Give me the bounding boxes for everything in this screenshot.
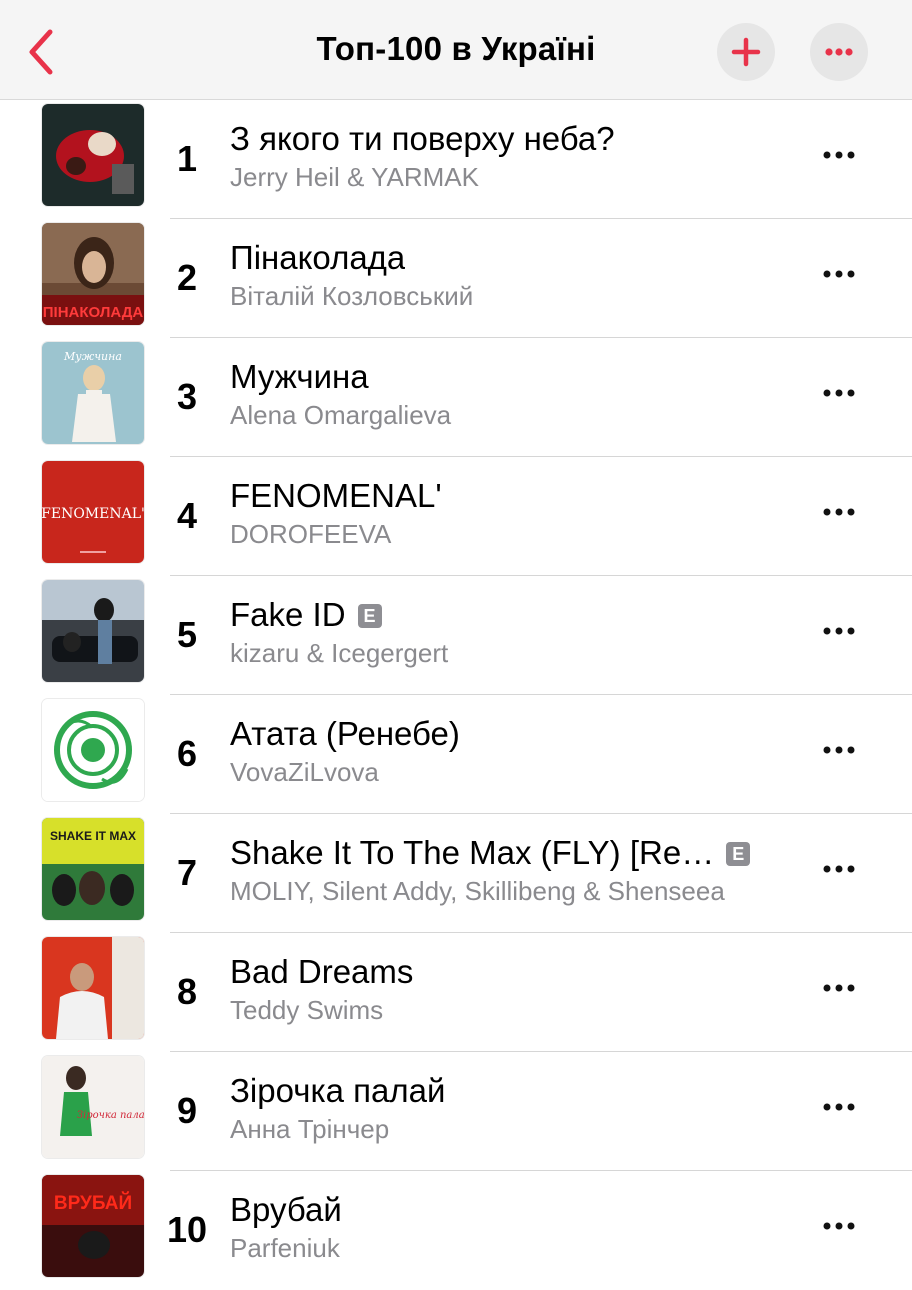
album-art: Мужчина bbox=[42, 342, 144, 444]
song-row[interactable]: ВРУБАЙ 10 Врубай Parfeniuk bbox=[0, 1171, 912, 1290]
artist-name[interactable]: Jerry Heil & YARMAK bbox=[230, 162, 479, 193]
ellipsis-icon bbox=[823, 1103, 855, 1111]
album-art bbox=[42, 104, 144, 206]
row-more-button[interactable] bbox=[816, 1211, 862, 1241]
song-title: Fake ID E bbox=[230, 596, 382, 634]
album-art-text: Зірочка палай! bbox=[77, 1110, 144, 1121]
song-title: Мужчина bbox=[230, 358, 369, 395]
row-more-button[interactable] bbox=[816, 616, 862, 646]
ellipsis-icon bbox=[823, 151, 855, 159]
chart-rank: 4 bbox=[176, 495, 198, 536]
album-art: Зірочка палай! bbox=[42, 1056, 144, 1158]
song-row[interactable]: Мужчина 3 Мужчина Alena Omargalieva bbox=[0, 338, 912, 457]
row-more-button[interactable] bbox=[816, 378, 862, 408]
chart-rank: 7 bbox=[176, 852, 198, 893]
plus-icon bbox=[731, 37, 761, 67]
song-title-text: Shake It To The Max (FLY) [Re… bbox=[230, 834, 715, 871]
row-more-button[interactable] bbox=[816, 854, 862, 884]
song-title: Пінаколада bbox=[230, 239, 406, 276]
ellipsis-icon bbox=[823, 865, 855, 873]
chart-rank: 2 bbox=[176, 257, 198, 298]
album-art-text: FENOMENAL' bbox=[42, 506, 144, 522]
song-row[interactable]: 5 Fake ID E kizaru & Icegergert bbox=[0, 576, 912, 695]
album-art bbox=[42, 699, 144, 801]
song-row[interactable]: SHAKE IT MAX 7 Shake It To The Max (FLY)… bbox=[0, 814, 912, 933]
nav-header: Топ-100 в Україні bbox=[0, 0, 912, 100]
song-row[interactable]: 8 Bad Dreams Teddy Swims bbox=[0, 933, 912, 1052]
song-row[interactable]: ПІНАКОЛАДА 2 Пінаколада Віталій Козловсь… bbox=[0, 219, 912, 338]
page-title: Топ-100 в Україні bbox=[316, 30, 596, 67]
ellipsis-icon bbox=[825, 48, 853, 56]
song-list: 1 З якого ти поверху неба? Jerry Heil & … bbox=[0, 100, 912, 1290]
album-art: SHAKE IT MAX bbox=[42, 818, 144, 920]
song-title: Атата (Ренебе) bbox=[230, 715, 460, 752]
album-art-text: ПІНАКОЛАДА bbox=[43, 304, 144, 321]
album-art: FENOMENAL' bbox=[42, 461, 144, 563]
song-title: Врубай bbox=[230, 1191, 342, 1228]
row-more-button[interactable] bbox=[816, 1092, 862, 1122]
ellipsis-icon bbox=[823, 627, 855, 635]
row-more-button[interactable] bbox=[816, 140, 862, 170]
artist-name[interactable]: kizaru & Icegergert bbox=[230, 638, 448, 669]
album-art bbox=[42, 937, 144, 1039]
row-more-button[interactable] bbox=[816, 497, 862, 527]
artist-name[interactable]: Віталій Козловський bbox=[230, 281, 473, 312]
artist-name[interactable]: VovaZiLvova bbox=[230, 757, 379, 788]
song-title-text: Fake ID bbox=[230, 596, 346, 633]
artist-name[interactable]: Teddy Swims bbox=[230, 995, 383, 1026]
song-title: З якого ти поверху неба? bbox=[230, 120, 615, 157]
song-title: Shake It To The Max (FLY) [Re… E bbox=[230, 834, 750, 872]
song-row[interactable]: Зірочка палай! 9 Зірочка палай Анна Трін… bbox=[0, 1052, 912, 1171]
album-art: ПІНАКОЛАДА bbox=[42, 223, 144, 325]
ellipsis-icon bbox=[823, 984, 855, 992]
chart-rank: 1 bbox=[176, 138, 198, 179]
ellipsis-icon bbox=[823, 1222, 855, 1230]
explicit-badge: E bbox=[726, 842, 750, 866]
artist-name[interactable]: Анна Трінчер bbox=[230, 1114, 389, 1145]
song-title: Bad Dreams bbox=[230, 953, 414, 990]
chart-rank: 8 bbox=[176, 971, 198, 1012]
row-more-button[interactable] bbox=[816, 973, 862, 1003]
song-row[interactable]: 1 З якого ти поверху неба? Jerry Heil & … bbox=[0, 100, 912, 219]
artist-name[interactable]: MOLIY, Silent Addy, Skillibeng & Shensee… bbox=[230, 876, 725, 907]
artist-name[interactable]: Parfeniuk bbox=[230, 1233, 340, 1264]
more-options-button[interactable] bbox=[810, 23, 868, 81]
album-art: ВРУБАЙ bbox=[42, 1175, 144, 1277]
ellipsis-icon bbox=[823, 746, 855, 754]
ellipsis-icon bbox=[823, 270, 855, 278]
artist-name[interactable]: DOROFEEVA bbox=[230, 519, 391, 550]
song-title: FENOMENAL' bbox=[230, 477, 442, 514]
add-button[interactable] bbox=[717, 23, 775, 81]
ellipsis-icon bbox=[823, 389, 855, 397]
song-row[interactable]: 6 Атата (Ренебе) VovaZiLvova bbox=[0, 695, 912, 814]
row-more-button[interactable] bbox=[816, 259, 862, 289]
song-row[interactable]: FENOMENAL' 4 FENOMENAL' DOROFEEVA bbox=[0, 457, 912, 576]
artist-name[interactable]: Alena Omargalieva bbox=[230, 400, 451, 431]
album-art-text: Мужчина bbox=[63, 350, 122, 363]
album-art bbox=[42, 580, 144, 682]
chart-rank: 6 bbox=[176, 733, 198, 774]
chart-rank: 5 bbox=[176, 614, 198, 655]
ellipsis-icon bbox=[823, 508, 855, 516]
chart-rank: 3 bbox=[176, 376, 198, 417]
album-art-text: SHAKE IT MAX bbox=[50, 829, 136, 843]
song-title: Зірочка палай bbox=[230, 1072, 446, 1109]
chart-rank: 10 bbox=[166, 1209, 208, 1250]
album-art-text: ВРУБАЙ bbox=[54, 1192, 132, 1214]
row-more-button[interactable] bbox=[816, 735, 862, 765]
explicit-badge: E bbox=[357, 604, 382, 628]
chart-rank: 9 bbox=[176, 1090, 198, 1131]
